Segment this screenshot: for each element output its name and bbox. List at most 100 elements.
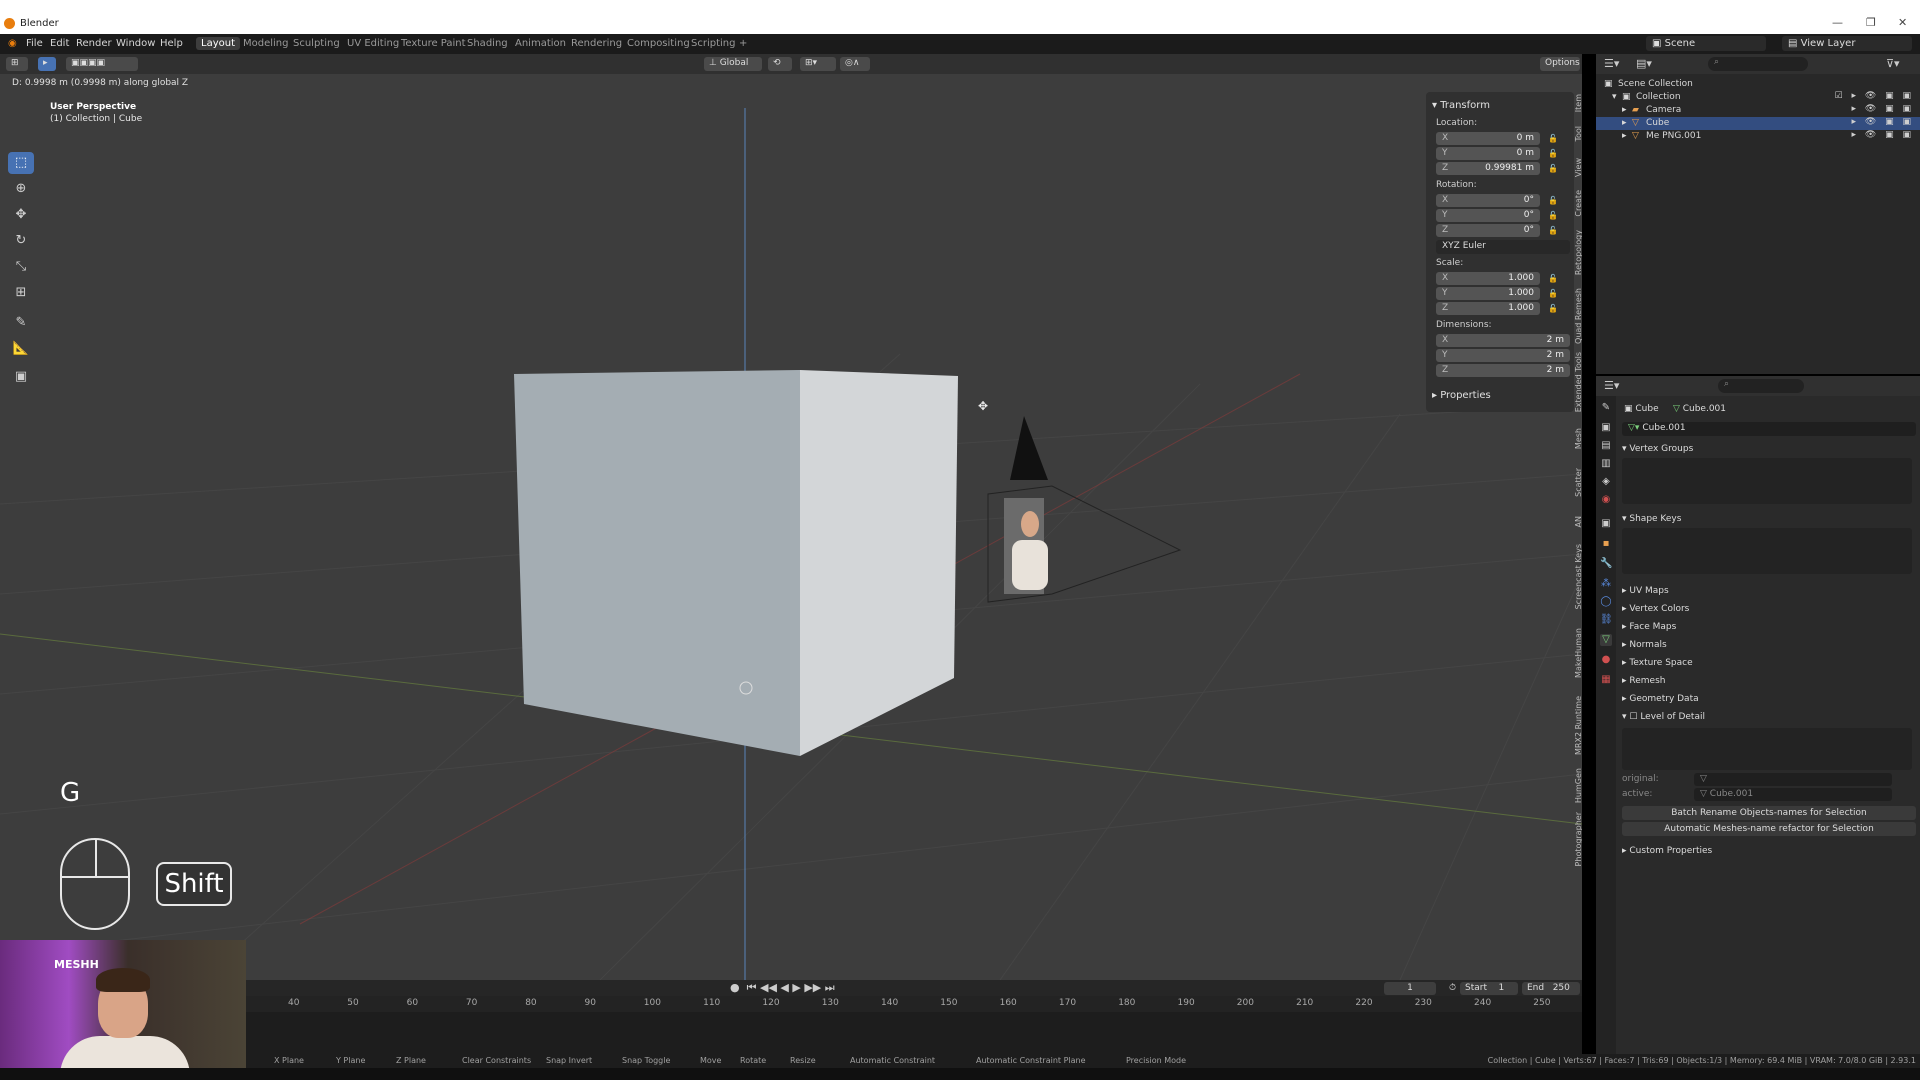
blender-menu-icon[interactable]: ◉	[8, 38, 17, 49]
rotation-x-field[interactable]: X 0°	[1436, 194, 1540, 207]
start-frame-field[interactable]: Start 1	[1460, 982, 1518, 995]
sidebar-tab-create[interactable]: Create	[1574, 190, 1582, 217]
properties-search-field[interactable]: ⌕	[1718, 379, 1804, 393]
physics-tab-icon[interactable]: ◯	[1600, 596, 1612, 608]
rotation-y-field[interactable]: Y 0°	[1436, 209, 1540, 222]
particles-tab-icon[interactable]: ⁂	[1600, 578, 1612, 590]
scale-x-field[interactable]: X 1.000	[1436, 272, 1540, 285]
level-of-detail-header[interactable]: ▾ ☐ Level of Detail	[1622, 712, 1705, 722]
workspace-tab-compositing[interactable]: Compositing	[622, 37, 695, 50]
normals-header[interactable]: ▸ Normals	[1622, 640, 1667, 650]
custom-properties-header[interactable]: ▸ Custom Properties	[1622, 846, 1712, 856]
sidebar-tab-an[interactable]: AN	[1574, 516, 1582, 527]
dimensions-y-field[interactable]: Y2 m	[1436, 349, 1570, 362]
close-button[interactable]: ✕	[1898, 16, 1907, 29]
transform-orientation-dropdown[interactable]: ⊥ Global	[704, 57, 762, 71]
sidebar-tab-photographer[interactable]: Photographer	[1574, 812, 1582, 866]
collection-tab-icon[interactable]: ▣	[1600, 518, 1612, 530]
preview-range-icon[interactable]: ⏱	[1444, 982, 1461, 995]
batch-rename-button[interactable]: Batch Rename Objects-names for Selection	[1622, 806, 1916, 820]
outliner-search-field[interactable]: ⌕	[1708, 57, 1808, 71]
texture-space-header[interactable]: ▸ Texture Space	[1622, 658, 1693, 668]
workspace-tab-shading[interactable]: Shading	[462, 37, 513, 50]
geometry-data-header[interactable]: ▸ Geometry Data	[1622, 694, 1699, 704]
sidebar-tab-mrx2-runtime[interactable]: MRX2 Runtime	[1574, 696, 1582, 755]
location-x-field[interactable]: X0 m	[1436, 132, 1540, 145]
vertex-colors-header[interactable]: ▸ Vertex Colors	[1622, 604, 1689, 614]
lock-icon[interactable]: 🔓	[1548, 196, 1558, 205]
snap-toggle-button[interactable]: ⊞▾	[800, 57, 836, 71]
menu-render[interactable]: Render	[76, 38, 112, 49]
3d-viewport[interactable]: ✥ ⊞ ▸ ▣▣▣▣ ⊥ Global ⟲ ⊞▾ ◎∧ Options D: 0…	[0, 54, 1582, 980]
editor-type-icon[interactable]: ☰▾	[1604, 379, 1619, 392]
lock-icon[interactable]: 🔓	[1548, 304, 1558, 313]
workspace-tab-layout[interactable]: Layout	[196, 37, 240, 50]
uv-maps-header[interactable]: ▸ UV Maps	[1622, 586, 1669, 596]
select-modes-group[interactable]: ▣▣▣▣	[66, 57, 138, 71]
scene-selector[interactable]: ▣ Scene	[1646, 36, 1766, 51]
cursor-tool[interactable]: ⊕	[8, 178, 34, 200]
world-tab-icon[interactable]: ◉	[1600, 494, 1612, 506]
visibility-toggles[interactable]: ▸ 👁 ▣ ▣	[1851, 130, 1914, 140]
face-maps-header[interactable]: ▸ Face Maps	[1622, 622, 1676, 632]
minimize-button[interactable]: —	[1832, 16, 1843, 29]
visibility-toggles[interactable]: ☑ ▸ 👁 ▣ ▣	[1835, 91, 1914, 101]
select-mode-button[interactable]: ▸	[38, 57, 56, 71]
visibility-toggles[interactable]: ▸ 👁 ▣ ▣	[1851, 117, 1914, 127]
lock-icon[interactable]: 🔓	[1548, 274, 1558, 283]
workspace-tab-rendering[interactable]: Rendering	[566, 37, 627, 50]
timeline-editor[interactable]: ● ⏮ ◀◀ ◀ ▶ ▶▶ ⏭ 1 ⏱ Start 1 End 250 40 50…	[246, 980, 1582, 1060]
visibility-toggles[interactable]: ▸ 👁 ▣ ▣	[1851, 104, 1914, 114]
output-tab-icon[interactable]: ▤	[1600, 440, 1612, 452]
material-tab-icon[interactable]: ●	[1600, 654, 1612, 666]
mesh-data-tab-icon[interactable]: ▽	[1600, 634, 1612, 646]
editor-type-button[interactable]: ⊞	[6, 57, 28, 71]
lock-icon[interactable]: 🔓	[1548, 289, 1558, 298]
location-y-field[interactable]: Y0 m	[1436, 147, 1540, 160]
auto-meshes-rename-button[interactable]: Automatic Meshes-name refactor for Selec…	[1622, 822, 1916, 836]
outliner-scene-collection[interactable]: ▣ Scene Collection	[1596, 78, 1920, 91]
options-dropdown[interactable]: Options	[1540, 57, 1580, 71]
properties-section-header[interactable]: ▸ Properties	[1432, 390, 1491, 401]
annotate-tool[interactable]: ✎	[8, 312, 34, 334]
playback-controls[interactable]: ● ⏮ ◀◀ ◀ ▶ ▶▶ ⏭	[730, 981, 835, 995]
menu-file[interactable]: File	[26, 38, 43, 49]
rotation-z-field[interactable]: Z 0°	[1436, 224, 1540, 237]
sidebar-tab-screencast-keys[interactable]: Screencast Keys	[1574, 544, 1582, 609]
lod-list[interactable]	[1622, 728, 1912, 770]
lod-original-field[interactable]: ▽	[1694, 773, 1892, 786]
scale-tool[interactable]: ⤡	[8, 256, 34, 278]
chevron-down-icon[interactable]: ▾	[1612, 92, 1617, 102]
lock-icon[interactable]: 🔓	[1548, 211, 1558, 220]
scale-z-field[interactable]: Z 1.000	[1436, 302, 1540, 315]
add-cube-tool[interactable]: ▣	[8, 366, 34, 388]
remesh-header[interactable]: ▸ Remesh	[1622, 676, 1665, 686]
modifiers-tab-icon[interactable]: 🔧	[1600, 558, 1612, 570]
display-mode-icon[interactable]: ▤▾	[1636, 57, 1652, 70]
lock-icon[interactable]: 🔓	[1548, 164, 1558, 173]
scale-y-field[interactable]: Y 1.000	[1436, 287, 1540, 300]
menu-edit[interactable]: Edit	[50, 38, 69, 49]
workspace-tab-uv-editing[interactable]: UV Editing	[342, 37, 404, 50]
workspace-tab-texture-paint[interactable]: Texture Paint	[396, 37, 471, 50]
sidebar-tab-makehuman[interactable]: MakeHuman	[1574, 628, 1582, 678]
timeline-ruler[interactable]: 40 50 60 70 80 90 100 110 120 130 140 150 160 170 180 1…	[246, 996, 1582, 1012]
outliner-item-camera[interactable]: ▸ ▰ Camera ▸ 👁 ▣ ▣	[1596, 104, 1920, 117]
menu-help[interactable]: Help	[160, 38, 183, 49]
measure-tool[interactable]: 📐	[8, 338, 34, 360]
lock-icon[interactable]: 🔓	[1548, 226, 1558, 235]
scene-tab-icon[interactable]: ◈	[1600, 476, 1612, 488]
shape-keys-list[interactable]	[1622, 528, 1912, 574]
outliner-collection[interactable]: ▾ ▣ Collection ☑ ▸ 👁 ▣ ▣	[1596, 91, 1920, 104]
lod-active-field[interactable]: ▽ Cube.001	[1694, 788, 1892, 801]
workspace-tab-scripting[interactable]: Scripting	[686, 37, 740, 50]
chevron-right-icon[interactable]: ▸	[1622, 131, 1627, 141]
sidebar-tab-view[interactable]: View	[1574, 158, 1582, 177]
sidebar-tab-tool[interactable]: Tool	[1574, 126, 1582, 142]
outliner-editor[interactable]: ☰▾ ▤▾ ⌕ ⊽▾ ▣ Scene Collection ▾ ▣ Collec…	[1596, 54, 1920, 374]
sidebar-tab-mesh[interactable]: Mesh	[1574, 428, 1582, 449]
sidebar-tab-extended-tools[interactable]: Extended Tools	[1574, 352, 1582, 412]
constraints-tab-icon[interactable]: ⛓	[1600, 614, 1613, 626]
transform-section-header[interactable]: ▾ Transform	[1432, 100, 1490, 111]
transform-tool[interactable]: ⊞	[8, 282, 34, 304]
